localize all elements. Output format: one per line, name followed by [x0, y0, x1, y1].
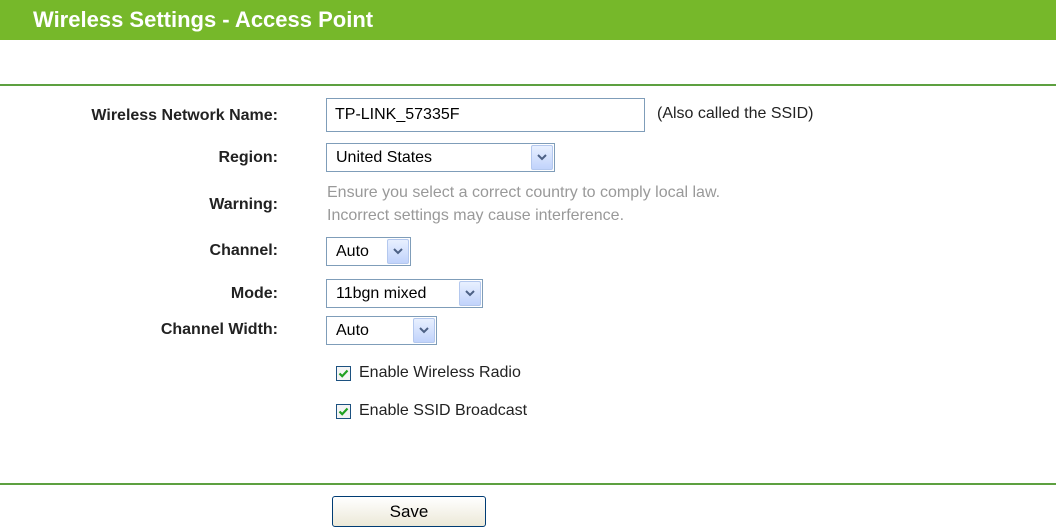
page-title: Wireless Settings - Access Point [33, 7, 374, 32]
channel-selected-value: Auto [336, 243, 369, 260]
mode-selected-value: 11bgn mixed [336, 285, 427, 302]
region-label: Region: [218, 149, 278, 166]
check-icon [338, 369, 349, 378]
warning-line-2: Incorrect settings may cause interferenc… [327, 207, 625, 224]
check-icon [338, 407, 349, 416]
enable-wireless-radio-checkbox[interactable] [336, 366, 351, 381]
chevron-down-icon[interactable] [531, 145, 553, 170]
chevron-down-icon[interactable] [387, 239, 409, 264]
ssid-hint: (Also called the SSID) [657, 105, 814, 122]
ssid-label: Wireless Network Name: [91, 107, 278, 124]
enable-ssid-broadcast-label[interactable]: Enable SSID Broadcast [359, 402, 527, 420]
page-header: Wireless Settings - Access Point [0, 0, 1056, 40]
top-divider [0, 84, 1056, 86]
mode-label: Mode: [230, 285, 278, 302]
ssid-input[interactable] [326, 98, 645, 132]
channel-width-select[interactable]: Auto [326, 316, 437, 345]
region-select[interactable]: United States [326, 143, 555, 172]
mode-select[interactable]: 11bgn mixed [326, 279, 483, 308]
save-button[interactable]: Save [332, 496, 486, 527]
chevron-down-icon[interactable] [459, 281, 481, 306]
warning-label: Warning: [209, 196, 278, 213]
channel-label: Channel: [209, 242, 278, 259]
channel-width-label: Channel Width: [160, 321, 278, 338]
bottom-divider [0, 483, 1056, 485]
chevron-down-icon[interactable] [413, 318, 435, 343]
warning-text: Ensure you select a correct country to c… [327, 181, 720, 227]
channel-select[interactable]: Auto [326, 237, 411, 266]
warning-line-1: Ensure you select a correct country to c… [327, 184, 721, 201]
region-selected-value: United States [336, 149, 433, 166]
enable-wireless-radio-label[interactable]: Enable Wireless Radio [359, 364, 521, 382]
enable-ssid-broadcast-checkbox[interactable] [336, 404, 351, 419]
channel-width-selected-value: Auto [336, 322, 369, 339]
